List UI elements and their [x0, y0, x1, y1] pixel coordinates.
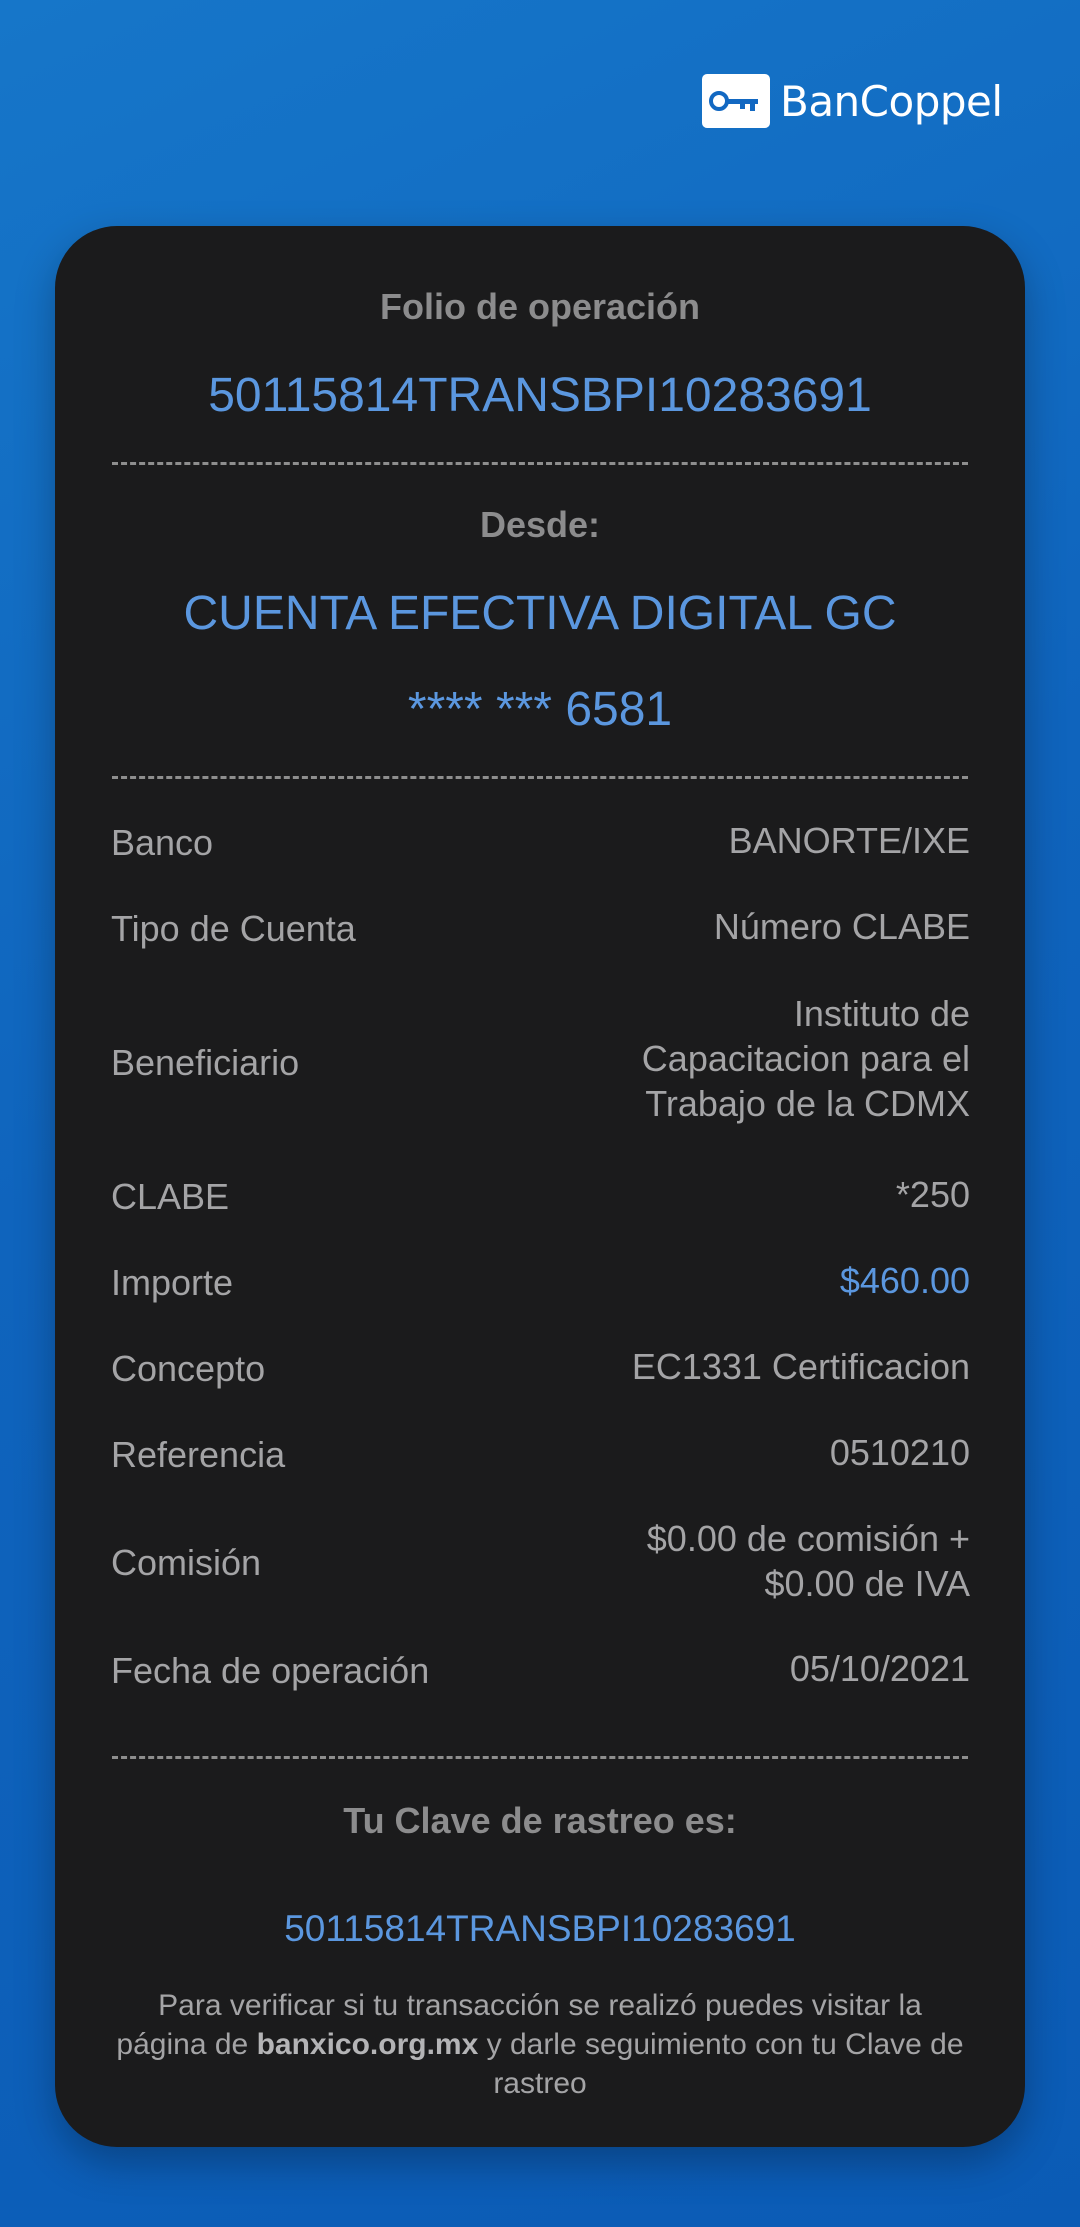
verification-note: Para verificar si tu transacción se real… — [116, 1989, 964, 2100]
account-type-value: Número CLABE — [713, 906, 970, 947]
beneficiary-label: Beneficiario — [111, 1042, 300, 1083]
bancoppel-logo: BanCoppel — [702, 74, 1003, 128]
amount-value: $460.00 — [839, 1260, 970, 1301]
fee-value: $0.00 de comisión + $0.00 de IVA — [646, 1518, 970, 1604]
divider — [112, 462, 968, 465]
from-label: Desde: — [479, 504, 601, 545]
concept-label: Concepto — [111, 1348, 266, 1389]
tracking-key-value: 50115814TRANSBPI10283691 — [284, 1908, 796, 1949]
clabe-label: CLABE — [111, 1176, 230, 1217]
reference-value: 0510210 — [829, 1432, 970, 1473]
divider — [112, 776, 968, 779]
date-label: Fecha de operación — [111, 1650, 430, 1691]
amount-label: Importe — [111, 1262, 234, 1303]
brand-name: BanCoppel — [780, 76, 1003, 126]
account-type-label: Tipo de Cuenta — [111, 908, 356, 949]
concept-value: EC1331 Certificacion — [631, 1346, 970, 1387]
fee-label: Comisión — [111, 1542, 262, 1583]
receipt-card: Folio de operación 50115814TRANSBPI10283… — [55, 226, 1025, 2147]
key-icon — [702, 74, 770, 128]
reference-label: Referencia — [111, 1434, 286, 1475]
folio-label: Folio de operación — [379, 286, 701, 327]
account-name: CUENTA EFECTIVA DIGITAL GC — [183, 587, 897, 640]
beneficiary-value: Instituto de Capacitacion para el Trabaj… — [641, 993, 970, 1124]
clabe-value: *250 — [895, 1174, 970, 1215]
folio-value: 50115814TRANSBPI10283691 — [208, 369, 872, 422]
date-value: 05/10/2021 — [789, 1648, 970, 1689]
banxico-link[interactable]: banxico.org.mx — [257, 2028, 479, 2061]
divider — [112, 1756, 968, 1759]
account-number: **** *** 6581 — [407, 683, 673, 736]
bank-label: Banco — [111, 822, 214, 863]
tracking-key-label: Tu Clave de rastreo es: — [343, 1800, 737, 1841]
bank-value: BANORTE/IXE — [728, 820, 970, 861]
